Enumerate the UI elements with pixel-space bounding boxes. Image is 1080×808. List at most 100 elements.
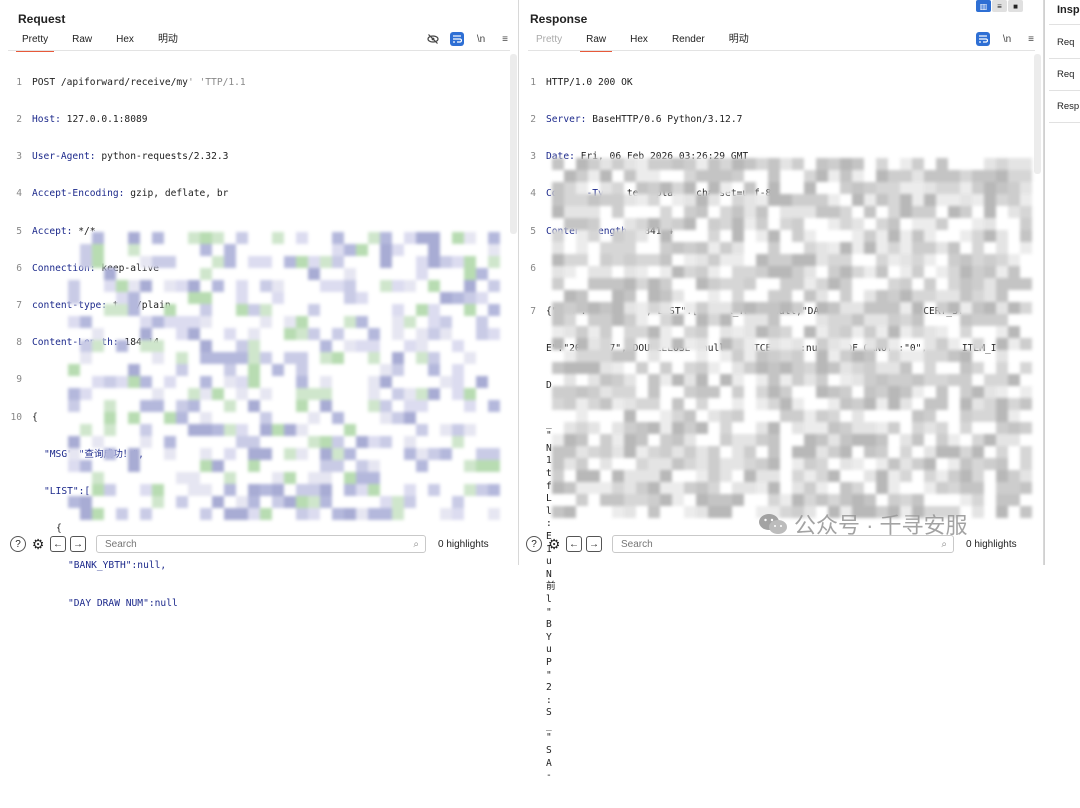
redaction-block [636, 266, 648, 278]
redaction-block [104, 484, 116, 496]
redaction-block [188, 424, 200, 436]
back-arrow-icon[interactable]: ← [50, 536, 66, 552]
settings-icon[interactable]: ⚙ [546, 536, 562, 552]
redaction-block [768, 194, 780, 206]
tab-extension[interactable]: 明动 [146, 32, 190, 50]
redaction-block [200, 412, 212, 424]
tab-extension[interactable]: 明动 [717, 32, 761, 50]
tab-pretty[interactable]: Pretty [10, 32, 60, 52]
inspector-item[interactable]: Resp [1057, 101, 1079, 112]
help-icon[interactable]: ? [526, 536, 542, 552]
redaction-block [672, 182, 684, 194]
redaction-block [624, 218, 636, 230]
inspector-item[interactable]: Req [1057, 37, 1074, 48]
header-key: Accept-Encoding: [32, 188, 125, 200]
back-arrow-icon[interactable]: ← [566, 536, 582, 552]
redaction-block [924, 422, 936, 434]
redaction-block [888, 254, 900, 266]
tab-hex[interactable]: Hex [104, 32, 146, 50]
redaction-block [900, 398, 912, 410]
redaction-block [92, 256, 104, 268]
redaction-block [636, 170, 648, 182]
newline-toggle[interactable]: \n [474, 32, 488, 46]
redaction-block [600, 170, 612, 182]
search-input[interactable]: ⌕ [96, 535, 426, 553]
redaction-block [344, 244, 356, 256]
request-scrollbar[interactable] [510, 54, 517, 234]
redaction-block [612, 422, 624, 434]
redaction-block [684, 362, 696, 374]
redaction-block [660, 254, 672, 266]
redaction-block [924, 278, 936, 290]
redaction-block [428, 304, 440, 316]
redaction-block [972, 398, 984, 410]
redaction-block [708, 170, 720, 182]
redaction-block [80, 244, 92, 256]
redaction-block [188, 400, 200, 412]
redaction-block [224, 352, 236, 364]
tab-pretty[interactable]: Pretty [524, 32, 574, 50]
redaction-block [464, 232, 476, 244]
tab-raw[interactable]: Raw [60, 32, 104, 50]
redaction-block [380, 232, 392, 244]
redaction-block [332, 436, 344, 448]
redaction-block [948, 446, 960, 458]
redaction-block [476, 268, 488, 280]
redaction-block [464, 400, 476, 412]
redaction-block [488, 304, 500, 316]
redaction-block [404, 484, 416, 496]
tab-render[interactable]: Render [660, 32, 717, 50]
redaction-block [696, 422, 708, 434]
redaction-block [828, 302, 840, 314]
redaction-block [708, 290, 720, 302]
eye-off-icon[interactable] [426, 32, 440, 46]
redaction-block [200, 304, 212, 316]
redaction-block [116, 376, 128, 388]
redaction-block [332, 232, 344, 244]
help-icon[interactable]: ? [10, 536, 26, 552]
redaction-block [996, 266, 1008, 278]
redaction-block [912, 386, 924, 398]
redaction-block [924, 458, 936, 470]
redaction-block [612, 362, 624, 374]
tab-hex[interactable]: Hex [618, 32, 660, 50]
redaction-block [840, 374, 852, 386]
redaction-block [756, 254, 768, 266]
redaction-block [804, 482, 816, 494]
redaction-block [660, 458, 672, 470]
redaction-block [636, 218, 648, 230]
redaction-block [636, 314, 648, 326]
forward-arrow-icon[interactable]: → [586, 536, 602, 552]
redaction-block [1008, 194, 1020, 206]
wrap-icon[interactable] [450, 32, 464, 46]
redaction-block [488, 244, 500, 256]
redaction-block [1020, 158, 1032, 170]
request-line-text: POST /apiforward/receive/my [32, 76, 188, 88]
redaction-block [804, 194, 816, 206]
redaction-block [732, 494, 744, 506]
redaction-block [648, 386, 660, 398]
inspector-item[interactable]: Req [1057, 69, 1074, 80]
settings-icon[interactable]: ⚙ [30, 536, 46, 552]
redaction-block [900, 230, 912, 242]
wrap-char: " [546, 606, 552, 618]
divider [1049, 122, 1080, 123]
redaction-block [296, 484, 308, 496]
menu-icon[interactable]: ≡ [498, 32, 512, 46]
redaction-block [684, 170, 696, 182]
search-field[interactable] [103, 537, 414, 551]
redaction-block [648, 182, 660, 194]
forward-arrow-icon[interactable]: → [70, 536, 86, 552]
redaction-block [588, 386, 600, 398]
wrap-char: 前 [546, 581, 556, 593]
tab-raw[interactable]: Raw [574, 32, 618, 52]
wrap-icon[interactable] [976, 32, 990, 46]
redaction-block [924, 374, 936, 386]
redaction-block [552, 326, 564, 338]
redaction-block [732, 410, 744, 422]
newline-toggle[interactable]: \n [1000, 32, 1014, 46]
response-scrollbar[interactable] [1034, 54, 1041, 174]
redaction-block [792, 254, 804, 266]
redaction-block [564, 350, 576, 362]
menu-icon[interactable]: ≡ [1024, 32, 1038, 46]
